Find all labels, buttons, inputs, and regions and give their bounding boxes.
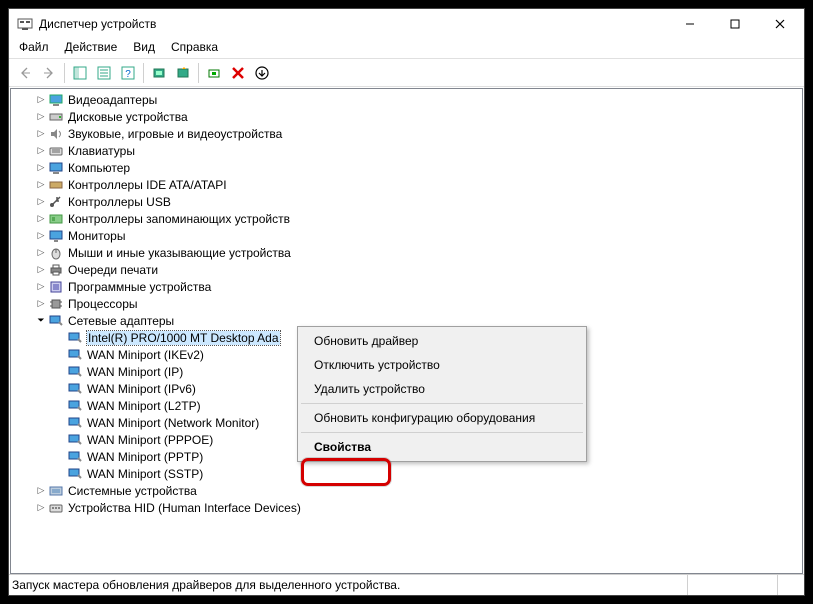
expand-icon[interactable]: ▷ [34, 246, 48, 260]
tree-node-storage[interactable]: ▷Контроллеры запоминающих устройств [15, 210, 798, 227]
svg-text:?: ? [125, 69, 131, 80]
nic-icon [67, 415, 83, 431]
tree-node-print[interactable]: ▷Очереди печати [15, 261, 798, 278]
sound-icon [48, 126, 64, 142]
uninstall-button[interactable] [227, 62, 249, 84]
expand-icon[interactable]: ▷ [34, 212, 48, 226]
device-tree[interactable]: ▷Видеоадаптеры ▷Дисковые устройства ▷Зву… [10, 88, 803, 574]
tree-node-sound[interactable]: ▷Звуковые, игровые и видеоустройства [15, 125, 798, 142]
menu-file[interactable]: Файл [11, 39, 57, 58]
toolbar-separator [64, 63, 65, 83]
tree-node-keyboard[interactable]: ▷Клавиатуры [15, 142, 798, 159]
ctx-uninstall-device[interactable]: Удалить устройство [300, 377, 584, 401]
expand-icon[interactable]: ▷ [34, 229, 48, 243]
context-menu: Обновить драйвер Отключить устройство Уд… [297, 326, 587, 462]
expand-icon[interactable]: ▷ [34, 263, 48, 277]
app-icon [17, 16, 33, 32]
tree-node-usb[interactable]: ▷Контроллеры USB [15, 193, 798, 210]
nic-icon [67, 330, 83, 346]
menu-action[interactable]: Действие [57, 39, 126, 58]
expand-icon[interactable]: ▷ [34, 484, 48, 498]
show-hide-button[interactable] [69, 62, 91, 84]
computer-icon [48, 160, 64, 176]
usb-icon [48, 194, 64, 210]
ctx-scan-hardware[interactable]: Обновить конфигурацию оборудования [300, 406, 584, 430]
close-button[interactable] [757, 10, 802, 38]
nic-icon [67, 432, 83, 448]
nic-icon [67, 347, 83, 363]
hid-icon [48, 500, 64, 516]
update-button[interactable] [172, 62, 194, 84]
scan-button[interactable] [148, 62, 170, 84]
device-manager-window: Диспетчер устройств Файл Действие Вид Сп… [8, 8, 805, 596]
tree-node-wan-sstp[interactable]: WAN Miniport (SSTP) [15, 465, 798, 482]
network-icon [48, 313, 64, 329]
tree-node-mouse[interactable]: ▷Мыши и иные указывающие устройства [15, 244, 798, 261]
ide-icon [48, 177, 64, 193]
minimize-button[interactable] [667, 10, 712, 38]
maximize-button[interactable] [712, 10, 757, 38]
toolbar-separator [198, 63, 199, 83]
menubar: Файл Действие Вид Справка [9, 39, 804, 59]
status-text: Запуск мастера обновления драйверов для … [12, 578, 400, 592]
mouse-icon [48, 245, 64, 261]
back-button[interactable] [14, 62, 36, 84]
cpu-icon [48, 296, 64, 312]
help-toolbar-button[interactable]: ? [117, 62, 139, 84]
ctx-separator [301, 403, 583, 404]
tree-node-monitor[interactable]: ▷Мониторы [15, 227, 798, 244]
ctx-disable-device[interactable]: Отключить устройство [300, 353, 584, 377]
expand-icon[interactable]: ▷ [34, 297, 48, 311]
tree-node-computer[interactable]: ▷Компьютер [15, 159, 798, 176]
toolbar: ? [9, 59, 804, 87]
expand-icon[interactable]: ▷ [34, 280, 48, 294]
tree-node-video[interactable]: ▷Видеоадаптеры [15, 91, 798, 108]
display-icon [48, 92, 64, 108]
system-icon [48, 483, 64, 499]
software-icon [48, 279, 64, 295]
tree-node-disk[interactable]: ▷Дисковые устройства [15, 108, 798, 125]
nic-icon [67, 398, 83, 414]
expand-icon[interactable]: ▷ [34, 127, 48, 141]
tree-node-hid[interactable]: ▷Устройства HID (Human Interface Devices… [15, 499, 798, 516]
expand-icon[interactable]: ▷ [34, 178, 48, 192]
tree-node-ide[interactable]: ▷Контроллеры IDE ATA/ATAPI [15, 176, 798, 193]
monitor-icon [48, 228, 64, 244]
printer-icon [48, 262, 64, 278]
install-button[interactable] [203, 62, 225, 84]
ctx-update-driver[interactable]: Обновить драйвер [300, 329, 584, 353]
menu-view[interactable]: Вид [125, 39, 163, 58]
disk-icon [48, 109, 64, 125]
collapse-icon[interactable]: ⏷ [34, 314, 48, 328]
properties-toolbar-button[interactable] [93, 62, 115, 84]
forward-button[interactable] [38, 62, 60, 84]
storage-icon [48, 211, 64, 227]
ctx-separator [301, 432, 583, 433]
toolbar-separator [143, 63, 144, 83]
nic-icon [67, 381, 83, 397]
tree-node-system[interactable]: ▷Системные устройства [15, 482, 798, 499]
nic-icon [67, 466, 83, 482]
titlebar: Диспетчер устройств [9, 9, 804, 39]
window-title: Диспетчер устройств [39, 17, 667, 31]
expand-icon[interactable]: ▷ [34, 110, 48, 124]
expand-icon[interactable]: ▷ [34, 161, 48, 175]
ctx-properties[interactable]: Свойства [300, 435, 584, 459]
install-legacy-button[interactable] [251, 62, 273, 84]
keyboard-icon [48, 143, 64, 159]
nic-icon [67, 449, 83, 465]
tree-node-cpu[interactable]: ▷Процессоры [15, 295, 798, 312]
nic-icon [67, 364, 83, 380]
statusbar: Запуск мастера обновления драйверов для … [9, 574, 804, 595]
expand-icon[interactable]: ▷ [34, 93, 48, 107]
expand-icon[interactable]: ▷ [34, 501, 48, 515]
tree-node-software[interactable]: ▷Программные устройства [15, 278, 798, 295]
expand-icon[interactable]: ▷ [34, 144, 48, 158]
expand-icon[interactable]: ▷ [34, 195, 48, 209]
menu-help[interactable]: Справка [163, 39, 226, 58]
